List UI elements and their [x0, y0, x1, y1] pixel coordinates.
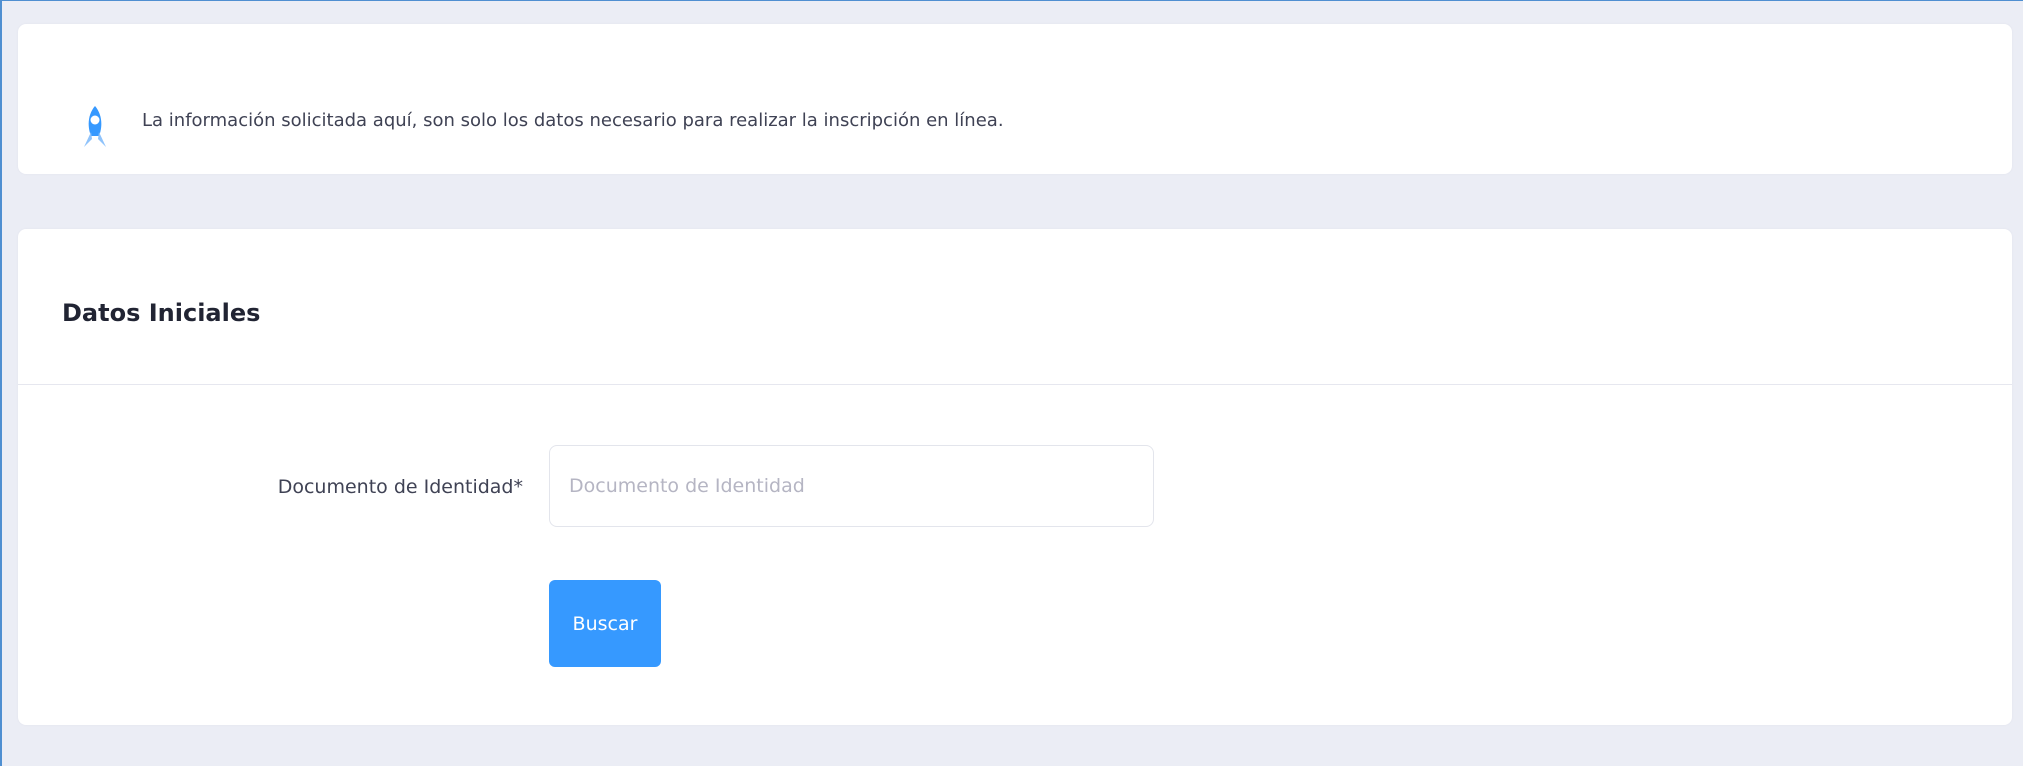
document-label: Documento de Identidad* — [277, 476, 523, 498]
info-notice-text: La información solicitada aquí, son solo… — [142, 110, 1004, 131]
search-button[interactable]: Buscar — [549, 580, 661, 667]
document-input[interactable] — [549, 445, 1154, 527]
info-notice-card: La información solicitada aquí, son solo… — [18, 24, 2012, 174]
card-title: Datos Iniciales — [62, 299, 261, 327]
initial-data-card: Datos Iniciales Documento de Identidad* … — [18, 229, 2012, 725]
card-divider — [18, 384, 2012, 385]
rocket-icon — [80, 104, 110, 152]
